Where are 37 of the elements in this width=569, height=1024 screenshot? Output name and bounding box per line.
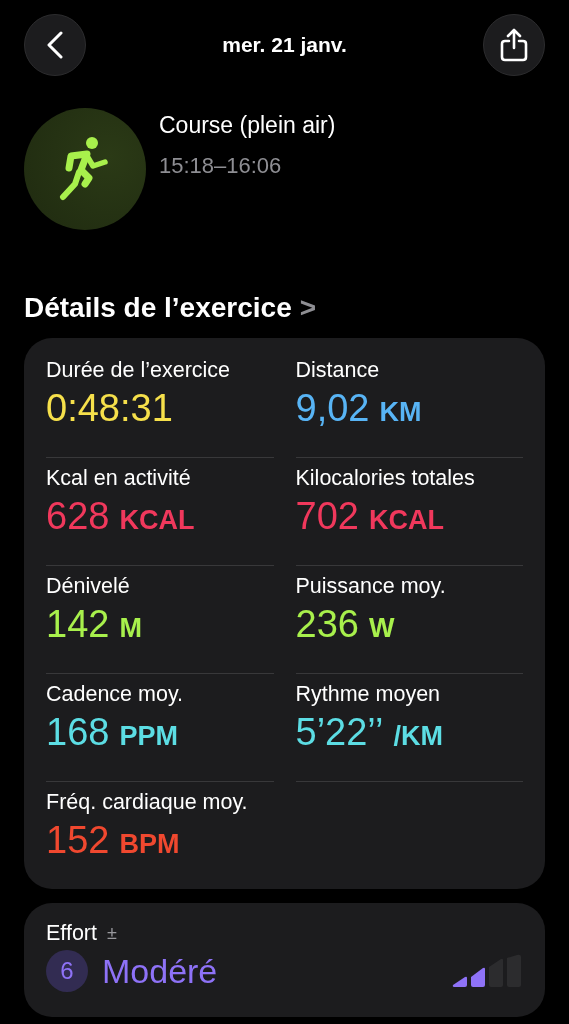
metric-unit: M — [119, 613, 142, 644]
metric-value: 5’22’’ — [295, 711, 384, 754]
metric-label: Kcal en activité — [46, 466, 191, 491]
metric-value: 0:48:31 — [46, 387, 173, 430]
date-title: mer. 21 janv. — [222, 33, 347, 57]
metric-label: Cadence moy. — [46, 682, 184, 707]
share-icon — [500, 28, 528, 62]
metric-label: Dénivelé — [46, 574, 130, 599]
metric-unit: W — [368, 613, 395, 644]
metric-unit: KCAL — [119, 505, 195, 536]
metric-value: 142 — [46, 603, 110, 646]
effort-label: Effort — [46, 921, 97, 946]
metric-unit: KCAL — [368, 505, 444, 536]
workout-time: 15:18–16:06 — [159, 153, 282, 179]
metric-value: 152 — [46, 819, 110, 862]
metric-label: Fréq. cardiaque moy. — [46, 790, 248, 815]
details-link[interactable]: Détails de l’exercice > — [24, 292, 317, 324]
metric-label: Durée de l’exercice — [46, 358, 231, 383]
metric-unit: /KM — [393, 721, 444, 752]
metric-value: 168 — [46, 711, 110, 754]
workout-name: Course (plein air) — [159, 112, 336, 139]
adjust-symbol: ± — [107, 923, 117, 944]
metric-label: Distance — [295, 358, 380, 383]
metric-unit: KM — [379, 397, 422, 428]
metric-unit: BPM — [119, 829, 180, 860]
metric-value: 9,02 — [295, 387, 370, 430]
metric-label: Kilocalories totales — [295, 466, 475, 491]
metric-value: 628 — [46, 495, 110, 538]
effort-rating: Modéré — [102, 951, 218, 991]
effort-score: 6 — [46, 950, 88, 992]
metric-label: Rythme moyen — [295, 682, 441, 707]
metric-unit: PPM — [119, 721, 178, 752]
metric-value: 702 — [295, 495, 359, 538]
metric-label: Puissance moy. — [295, 574, 446, 599]
runner-icon — [59, 136, 111, 202]
back-icon — [47, 31, 63, 59]
metric-value: 236 — [295, 603, 359, 646]
